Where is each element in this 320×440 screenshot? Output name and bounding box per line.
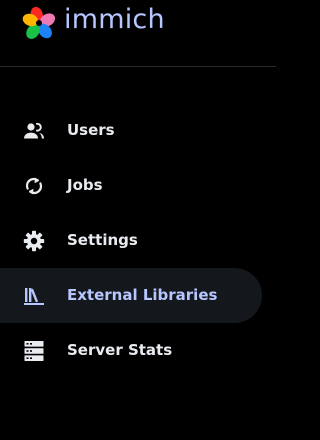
- nav-label-settings: Settings: [67, 231, 138, 249]
- sync-icon: [25, 177, 43, 195]
- nav-item-users[interactable]: Users: [0, 103, 262, 158]
- library-shelves-icon: [24, 288, 44, 305]
- admin-sidebar: immich Users Jobs Settings External Libr…: [0, 0, 276, 440]
- nav-item-jobs[interactable]: Jobs: [0, 158, 262, 213]
- immich-logo-icon[interactable]: [21, 5, 57, 41]
- nav-label-external-libraries: External Libraries: [67, 286, 218, 304]
- sidebar-header: immich: [0, 0, 276, 67]
- nav-item-external-libraries[interactable]: External Libraries: [0, 268, 262, 323]
- users-icon: [24, 122, 44, 139]
- brand-name: immich: [64, 4, 165, 35]
- server-icon: [24, 341, 44, 361]
- nav-item-server-stats[interactable]: Server Stats: [0, 323, 262, 378]
- nav-label-server-stats: Server Stats: [67, 341, 173, 359]
- gear-icon: [23, 230, 45, 252]
- nav-label-jobs: Jobs: [67, 176, 103, 194]
- nav-label-users: Users: [67, 121, 115, 139]
- admin-nav: Users Jobs Settings External Libraries S…: [0, 103, 276, 378]
- nav-item-settings[interactable]: Settings: [0, 213, 262, 268]
